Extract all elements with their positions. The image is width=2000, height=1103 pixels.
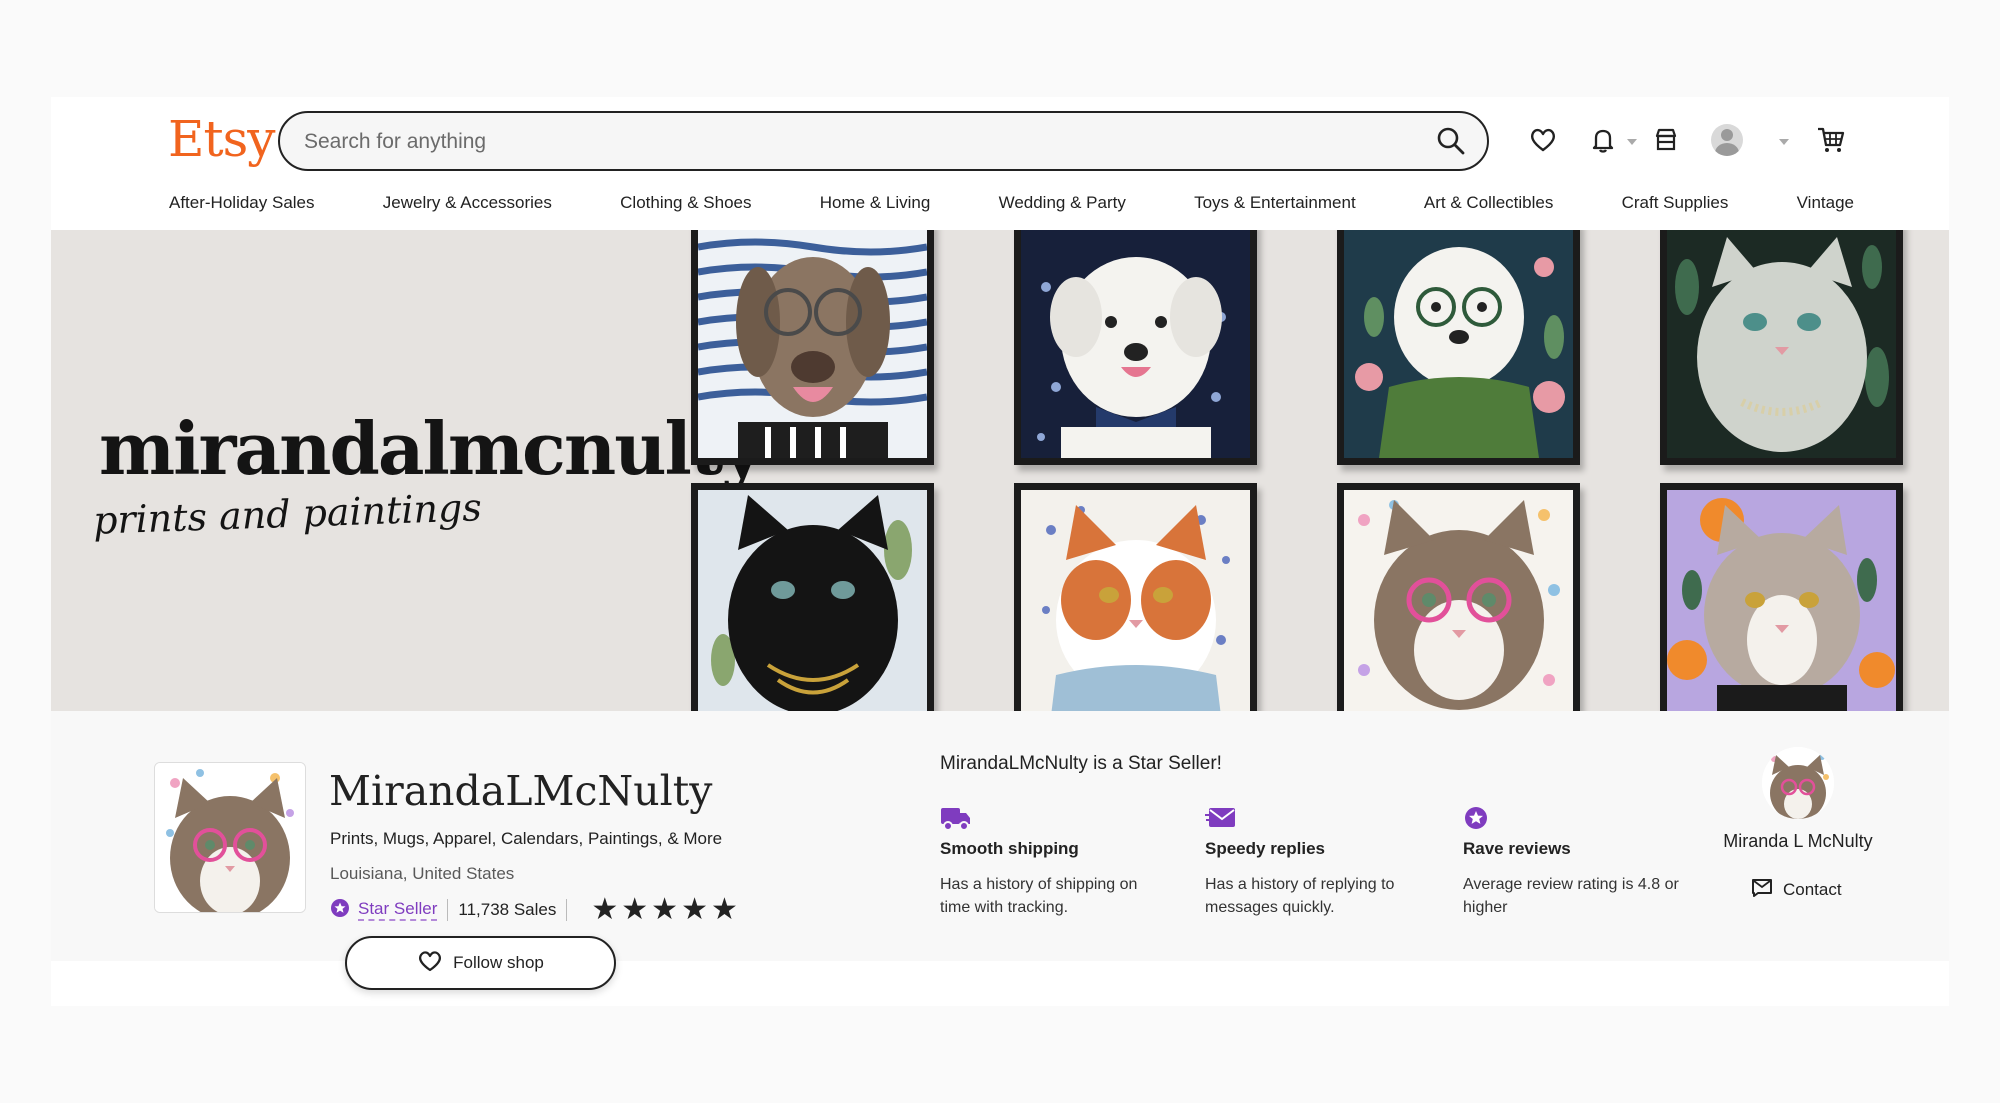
category-nav: After-Holiday Sales Jewelry & Accessorie… xyxy=(169,193,1854,213)
artwork-tile-black-cat-chain xyxy=(691,483,934,711)
star-seller-badge-icon xyxy=(330,898,350,923)
star-icon: ★ xyxy=(651,893,679,926)
favorites-heart-icon[interactable] xyxy=(1525,122,1561,158)
shop-tagline: Prints, Mugs, Apparel, Calendars, Painti… xyxy=(330,829,723,848)
feature-title: Rave reviews xyxy=(1463,839,1571,858)
meta-divider xyxy=(566,899,568,921)
nav-item-home-living[interactable]: Home & Living xyxy=(820,193,931,213)
heart-icon xyxy=(417,949,443,978)
feature-description: Average review rating is 4.8 or higher xyxy=(1463,876,1679,916)
feature-smooth-shipping: Smooth shipping Has a history of shippin… xyxy=(940,805,1170,919)
contact-label: Contact xyxy=(1783,879,1842,899)
notifications-bell-icon[interactable] xyxy=(1585,122,1621,158)
meta-divider xyxy=(447,899,449,921)
shop-meta-row: Star Seller 11,738 Sales ★ ★ ★ ★ ★ xyxy=(330,895,738,925)
feature-description: Has a history of shipping on time with t… xyxy=(940,876,1138,916)
owner-avatar[interactable] xyxy=(1762,747,1834,819)
shop-banner: mirandalmcnulty prints and paintings xyxy=(51,230,1949,711)
star-seller-link[interactable]: Star Seller xyxy=(358,899,438,921)
search-icon[interactable] xyxy=(1433,123,1469,159)
shop-manager-icon[interactable] xyxy=(1648,122,1684,158)
search-input[interactable]: Search for anything xyxy=(304,130,486,154)
truck-icon xyxy=(940,805,1170,831)
sales-count: 11,738 Sales xyxy=(458,900,557,919)
nav-item-jewelry-accessories[interactable]: Jewelry & Accessories xyxy=(383,193,552,213)
cart-icon[interactable] xyxy=(1813,122,1849,158)
notifications-chevron-down-icon[interactable] xyxy=(1627,139,1637,145)
account-chevron-down-icon[interactable] xyxy=(1779,139,1789,145)
star-icon: ★ xyxy=(710,893,738,926)
site-header: Etsy Search for anything After-Holiday S… xyxy=(51,97,1949,229)
artwork-tile-white-cat-pearls xyxy=(1660,230,1903,465)
nav-item-craft-supplies[interactable]: Craft Supplies xyxy=(1622,193,1729,213)
nav-item-vintage[interactable]: Vintage xyxy=(1797,193,1854,213)
message-icon xyxy=(1751,877,1773,902)
feature-speedy-replies: Speedy replies Has a history of replying… xyxy=(1205,805,1435,919)
feature-title: Smooth shipping xyxy=(940,839,1079,858)
star-icon: ★ xyxy=(681,893,708,926)
shop-info-section: MirandaLMcNulty Prints, Mugs, Apparel, C… xyxy=(51,711,1949,990)
feature-rave-reviews: Rave reviews Average review rating is 4.… xyxy=(1463,805,1693,919)
nav-item-after-holiday-sales[interactable]: After-Holiday Sales xyxy=(169,193,315,213)
shop-name: MirandaLMcNulty xyxy=(329,767,713,815)
nav-item-wedding-party[interactable]: Wedding & Party xyxy=(999,193,1126,213)
banner-title: mirandalmcnulty xyxy=(99,406,763,491)
artwork-tile-dog-glasses xyxy=(691,230,934,465)
nav-item-art-collectibles[interactable]: Art & Collectibles xyxy=(1424,193,1553,213)
banner-subtitle: prints and paintings xyxy=(92,485,483,543)
search-bar[interactable]: Search for anything xyxy=(278,111,1489,171)
envelope-icon xyxy=(1205,805,1435,831)
star-icon: ★ xyxy=(591,893,619,926)
rating-stars[interactable]: ★ ★ ★ ★ ★ xyxy=(591,895,738,925)
follow-shop-label: Follow shop xyxy=(453,953,544,972)
etsy-shop-page: Etsy Search for anything After-Holiday S… xyxy=(51,97,1949,1006)
follow-shop-button[interactable]: Follow shop xyxy=(345,936,616,990)
star-seller-heading: MirandaLMcNulty is a Star Seller! xyxy=(940,753,1222,774)
artwork-tile-white-dog-sweater xyxy=(1337,230,1580,465)
star-icon: ★ xyxy=(621,893,649,926)
account-avatar[interactable] xyxy=(1709,122,1745,158)
artwork-tile-orange-cat-scarf xyxy=(1014,483,1257,711)
star-badge-icon xyxy=(1463,805,1693,831)
owner-name[interactable]: Miranda L McNulty xyxy=(1701,831,1895,852)
user-avatar-icon xyxy=(1711,124,1743,156)
artwork-tile-cat-oranges xyxy=(1660,483,1903,711)
contact-button[interactable]: Contact xyxy=(1751,877,1842,902)
nav-item-clothing-shoes[interactable]: Clothing & Shoes xyxy=(620,193,751,213)
artwork-tile-white-dog-bowtie xyxy=(1014,230,1257,465)
shop-avatar[interactable] xyxy=(154,762,306,913)
feature-description: Has a history of replying to messages qu… xyxy=(1205,876,1395,916)
nav-item-toys-entertainment[interactable]: Toys & Entertainment xyxy=(1194,193,1356,213)
etsy-logo[interactable]: Etsy xyxy=(168,110,275,168)
shop-location: Louisiana, United States xyxy=(330,864,515,883)
feature-title: Speedy replies xyxy=(1205,839,1326,858)
artwork-tile-tabby-cat-glasses xyxy=(1337,483,1580,711)
